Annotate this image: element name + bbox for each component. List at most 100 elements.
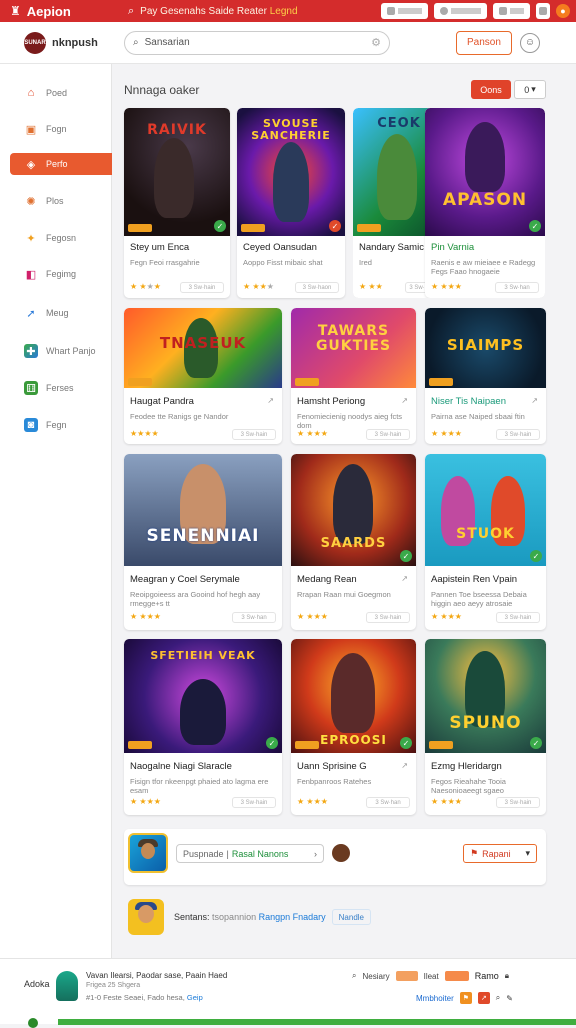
sidebar-item-user[interactable]: ◙ Fegn <box>0 414 112 436</box>
game-card[interactable]: EPROOSI ✓ Uann Sprisine G ↗ Fenbpanroos … <box>291 639 416 815</box>
game-card[interactable]: APASON ✓ Pin Varnia Raenis e aw mieiaee … <box>425 108 545 298</box>
sidebar-item-star[interactable]: ✦ Fegosn <box>0 227 112 249</box>
footer-action-label[interactable]: Ileat <box>424 972 439 981</box>
share-icon[interactable]: ↗ <box>401 574 408 583</box>
game-title: Uann Sprisine G <box>297 761 367 772</box>
game-desc: Fenbpanroos Ratehes <box>297 777 372 786</box>
footer-action-label[interactable]: Nesiary <box>362 972 389 981</box>
sidebar-item-puzzle[interactable]: ✚ Whart Panjo <box>0 340 112 362</box>
top-chip-3[interactable] <box>493 3 530 19</box>
footer-chip[interactable] <box>444 971 469 981</box>
app-logo[interactable]: SUNAR nknpush <box>24 31 120 54</box>
puzzle-icon: ✚ <box>24 344 38 358</box>
rating-stars: ★ ★★ <box>359 282 383 291</box>
app-header: SUNAR nknpush ⌕ Sansarian ⚙ Panson ☺ <box>0 22 576 64</box>
game-card[interactable]: STUOK ✓ Aapistein Ren Vpain Pannen Toe b… <box>425 454 546 630</box>
footer-action-label[interactable]: Ramo <box>475 971 499 981</box>
footer-actions: ⌕ Nesiary Ileat Ramo 🔒︎ <box>352 971 509 981</box>
rating-stars: ★ ★★★ <box>431 429 462 438</box>
new-badge <box>241 224 265 232</box>
brand[interactable]: ♜ Aepion <box>0 4 120 19</box>
avatar[interactable] <box>56 971 78 1001</box>
footer-line-3: #1-0 Feste Seaei, Fado hesa, Geip <box>86 993 203 1002</box>
sort-value: 0 <box>524 84 530 95</box>
featured-thumbnail[interactable] <box>128 833 168 873</box>
game-card[interactable]: SAARDS ✓ Medang Rean ↗ Rrapan Raan mui G… <box>291 454 416 630</box>
game-card[interactable]: TAWARS GUKTIES Hamsht Periong ↗ Fenomiec… <box>291 308 416 444</box>
lock-icon[interactable]: 🔒︎ <box>505 971 509 981</box>
chevron-down-icon: ▾ <box>525 848 530 858</box>
promo-thumbnail[interactable] <box>128 899 164 935</box>
top-search[interactable]: ⌕ Pay Gesenahs Saide Reater Legnd <box>128 5 298 18</box>
promo-tag[interactable]: Nandle <box>331 909 372 925</box>
game-card[interactable]: SVOUSE SANCHERIE ✓ Ceyed Oansudan Aoppo … <box>237 108 345 298</box>
size-pill: 3 Sw·han <box>232 612 276 623</box>
game-art-title: SPUNO <box>449 713 522 733</box>
action-dropdown[interactable]: ⚑ Rapani ▾ <box>463 844 537 863</box>
user-icon: ◙ <box>24 418 38 432</box>
sidebar-item-label: Ferses <box>46 383 74 393</box>
game-desc: Fisign tfor nkeenpgt phaied ato lagma er… <box>130 777 269 795</box>
game-title: Stey um Enca <box>130 242 190 253</box>
size-pill: 3 Sw·haon <box>295 282 339 293</box>
top-chip-1[interactable] <box>381 3 428 19</box>
controller-icon: ◧ <box>25 268 37 281</box>
top-search-text: Pay Gesenahs Saide Reater Legnd <box>140 5 298 17</box>
main-content: Nnnaga oaker Oons 0 ▾ RAIVIK ✓ Stey um En… <box>112 64 576 958</box>
check-icon: ✓ <box>530 550 542 562</box>
premium-button[interactable]: Panson <box>456 30 512 55</box>
progress-bar <box>58 1019 576 1025</box>
flag-icon[interactable]: ⚑ <box>459 992 472 1004</box>
footer-chip[interactable] <box>395 971 418 981</box>
home-icon: ⌂ <box>27 87 35 99</box>
search-input[interactable]: ⌕ Sansarian ⚙ <box>124 30 390 55</box>
share-icon[interactable]: ↗ <box>477 992 490 1004</box>
notification-icon[interactable]: ● <box>556 4 570 18</box>
game-card[interactable]: SIAIMPS Niser Tis Naipaen ↗ Pairna ase N… <box>425 308 546 444</box>
game-card[interactable]: SFETIEIH VEAK ✓ Naogalne Niagi Slaracle … <box>124 639 282 815</box>
sidebar-item-arrow[interactable]: ➚ Meug <box>0 302 112 324</box>
search-icon[interactable]: ⌕ <box>496 993 500 1003</box>
tag-icon: ⚑ <box>470 848 479 858</box>
rating-stars: ★ ★★★ <box>130 797 161 806</box>
filter-button[interactable]: Oons <box>471 80 511 99</box>
game-art: EPROOSI ✓ <box>291 639 416 753</box>
avatar[interactable] <box>332 844 350 862</box>
sidebar-item-dice[interactable]: ⚅ Ferses <box>0 377 112 399</box>
sidebar-item-home[interactable]: ⌂ Poed <box>0 82 112 104</box>
game-art-title: SENENNIAI <box>146 526 260 546</box>
game-card[interactable]: SPUNO ✓ Ezmg Hleridargn Fegos Rieahahe T… <box>425 639 546 815</box>
bottom-promo: Sentans: tsopannion Rangpn Fnadary Nandl… <box>124 894 546 940</box>
sidebar-item-games[interactable]: ◈ Perfo <box>10 153 112 175</box>
game-card[interactable]: RAIVIK ✓ Stey um Enca Fegn Feoi rrasgahr… <box>124 108 230 298</box>
sidebar-item-folder[interactable]: ▣ Fogn <box>0 118 112 140</box>
game-title: Hamsht Periong <box>297 396 366 407</box>
arrow-icon: ➚ <box>26 307 36 320</box>
footer-link[interactable]: Mmbhoiter <box>416 994 454 1003</box>
user-icon[interactable]: ☺ <box>519 32 540 53</box>
game-art: SIAIMPS <box>425 308 546 388</box>
check-icon: ✓ <box>266 737 278 749</box>
pen-icon[interactable]: ✎ <box>506 994 513 1003</box>
share-icon[interactable]: ↗ <box>401 396 408 405</box>
game-card[interactable]: TNASEUK Haugat Pandra ↗ Feodee tte Ranig… <box>124 308 282 444</box>
rating-stars: ★ ★★★ <box>297 612 328 621</box>
brand-name: Aepion <box>26 3 71 19</box>
share-icon[interactable]: ↗ <box>401 761 408 770</box>
check-icon: ✓ <box>400 550 412 562</box>
search-icon[interactable]: ⌕ <box>352 971 356 981</box>
share-icon[interactable]: ↗ <box>531 396 538 405</box>
game-title: Nandary Samic <box>359 242 424 253</box>
sort-dropdown[interactable]: 0 ▾ <box>514 80 546 99</box>
top-chip-4[interactable] <box>536 3 550 19</box>
settings-icon[interactable]: ⚙ <box>371 36 381 49</box>
featured-link[interactable]: Puspnade | Rasal Nanons › <box>176 844 324 863</box>
dice-icon: ⚅ <box>24 381 38 395</box>
share-icon[interactable]: ↗ <box>267 396 274 405</box>
game-art-title: SFETIEIH VEAK <box>150 649 256 662</box>
sidebar-item-settings[interactable]: ✺ Plos <box>0 190 112 212</box>
top-chip-2[interactable] <box>434 3 487 19</box>
game-card[interactable]: SENENNIAI Meagran y Coel Serymale Reoipg… <box>124 454 282 630</box>
action-label: Rapani <box>482 848 511 859</box>
sidebar-item-controller[interactable]: ◧ Fegimg <box>0 263 112 285</box>
